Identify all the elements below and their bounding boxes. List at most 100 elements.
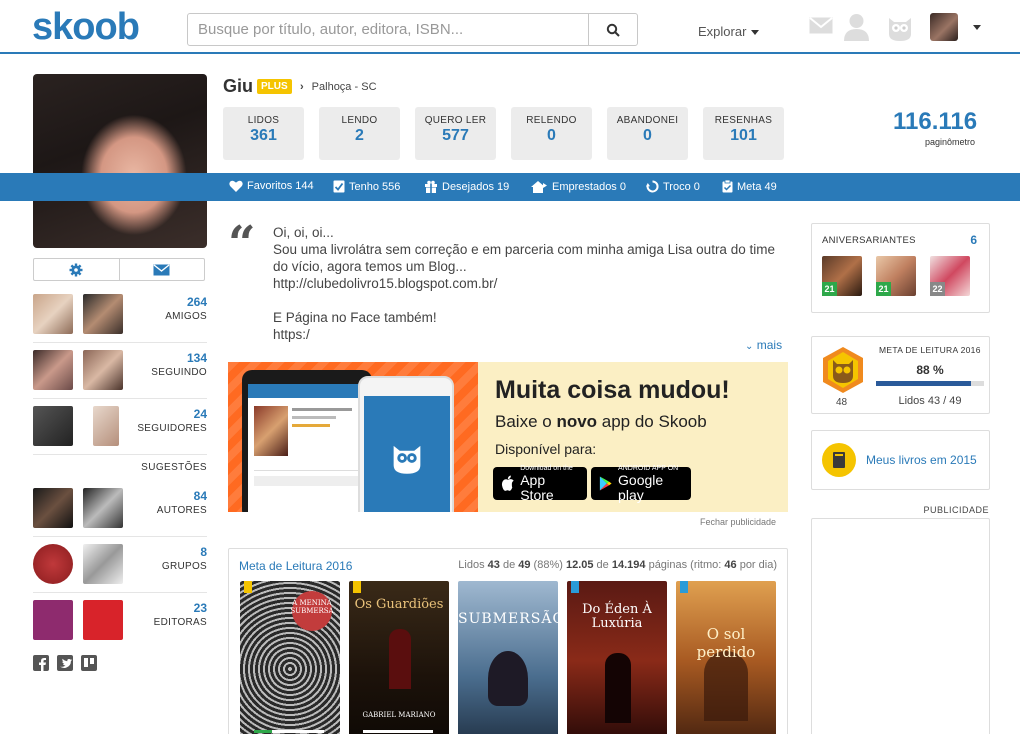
meus-livros-link[interactable]: Meus livros em 2015 [866, 453, 977, 467]
birthday-avatar[interactable]: 21 [876, 256, 916, 296]
aniversariantes-count[interactable]: 6 [970, 233, 977, 247]
explorar-menu[interactable]: Explorar [698, 24, 760, 39]
aniversariantes-label: ANIVERSARIANTES [822, 235, 916, 246]
stat-label: ABANDONEI [616, 115, 679, 126]
book-icon [822, 443, 856, 477]
facebook-icon[interactable] [33, 655, 49, 671]
following-thumb[interactable] [83, 350, 123, 390]
goal-widget-lidos: Lidos 43 / 49 [898, 395, 962, 407]
autores-label[interactable]: AUTORES [157, 505, 207, 516]
ad-title: Muita coisa mudou! [495, 376, 730, 404]
following-thumb[interactable] [33, 350, 73, 390]
shelf-favoritos[interactable]: Favoritos 144 [229, 180, 314, 192]
book-cover[interactable]: SUBMERSÃO [458, 581, 558, 734]
app-store-button[interactable]: Download on the App Store [493, 465, 587, 502]
settings-button[interactable] [34, 259, 120, 280]
bookmark-icon [244, 581, 252, 593]
stat-label: LENDO [341, 115, 378, 126]
stat-label: RESENHAS [714, 115, 773, 126]
shelf-troco[interactable]: Troco 0 [646, 180, 700, 193]
heart-icon [229, 180, 243, 192]
follower-thumb[interactable] [33, 406, 73, 446]
search-button[interactable] [588, 14, 637, 45]
shelf-emprestados[interactable]: Emprestados 0 [530, 180, 626, 193]
ad-subtitle-a: Baixe o [495, 412, 557, 431]
author-thumb[interactable] [33, 488, 73, 528]
friend-thumb[interactable] [33, 294, 73, 334]
stat-lidos[interactable]: LIDOS 361 [223, 107, 304, 160]
autores-count[interactable]: 84 [194, 489, 207, 503]
stat-relendo[interactable]: RELENDO 0 [511, 107, 592, 160]
app-ad-banner[interactable]: Muita coisa mudou! Baixe o novo app do S… [228, 362, 788, 512]
owl-icon[interactable] [886, 14, 914, 42]
ad-subtitle-b: novo [556, 412, 598, 431]
shelf-meta[interactable]: Meta 49 [722, 180, 777, 193]
bio-more-link[interactable]: ⌄ mais [745, 338, 782, 352]
grupos-count[interactable]: 8 [200, 545, 207, 559]
friend-thumb[interactable] [83, 294, 123, 334]
meus-livros-widget[interactable]: Meus livros em 2015 [811, 430, 990, 490]
shelf-label: Troco 0 [663, 180, 700, 193]
seguidores-label[interactable]: SEGUIDORES [137, 423, 207, 434]
birthday-avatar[interactable]: 21 [822, 256, 862, 296]
autores-section[interactable]: 84 AUTORES [33, 488, 207, 532]
amigos-label[interactable]: AMIGOS [165, 311, 207, 322]
publisher-thumb[interactable] [33, 600, 73, 640]
bio-link[interactable]: http://clubedolivro15.blogspot.com.br/ [273, 275, 783, 292]
group-thumb[interactable] [83, 544, 123, 584]
book-cover[interactable]: Os Guardiões GABRIEL MARIANO [349, 581, 449, 734]
stat-abandonei[interactable]: ABANDONEI 0 [607, 107, 688, 160]
bio-link[interactable]: https:/ [273, 326, 783, 343]
book-cover[interactable]: O sol perdido [676, 581, 776, 734]
profile-photo[interactable] [33, 74, 207, 248]
book-cover[interactable]: Do Éden À Luxúria [567, 581, 667, 734]
stat-resenhas[interactable]: RESENHAS 101 [703, 107, 784, 160]
seguindo-section[interactable]: 134 SEGUINDO [33, 350, 207, 394]
user-menu-chevron-icon[interactable] [973, 25, 981, 30]
birthday-day: 22 [930, 282, 945, 296]
grupos-section[interactable]: 8 GRUPOS [33, 544, 207, 588]
grupos-label[interactable]: GRUPOS [162, 561, 207, 572]
amigos-count[interactable]: 264 [187, 295, 207, 309]
twitter-icon[interactable] [57, 655, 73, 671]
editoras-count[interactable]: 23 [194, 601, 207, 615]
trello-icon[interactable] [81, 655, 97, 671]
publisher-thumb[interactable] [83, 600, 123, 640]
amigos-section[interactable]: 264 AMIGOS [33, 294, 207, 338]
group-thumb[interactable] [33, 544, 73, 584]
shelf-desejados[interactable]: Desejados 19 [424, 180, 509, 193]
user-avatar[interactable] [930, 13, 958, 41]
google-play-button[interactable]: ANDROID APP ON Google play [591, 465, 691, 502]
seguidores-section[interactable]: 24 SEGUIDORES [33, 406, 207, 450]
swap-icon [646, 180, 659, 193]
search-bar [187, 13, 638, 46]
seguindo-label[interactable]: SEGUINDO [151, 367, 207, 378]
user-icon[interactable] [843, 13, 870, 41]
stat-lendo[interactable]: LENDO 2 [319, 107, 400, 160]
reading-goal-title[interactable]: Meta de Leitura 2016 [239, 559, 352, 573]
shelf-tenho[interactable]: Tenho 556 [333, 180, 400, 193]
seguidores-count[interactable]: 24 [194, 407, 207, 421]
editoras-section[interactable]: 23 EDITORAS [33, 600, 207, 644]
goal-total: 49 [518, 559, 531, 571]
close-ad-link[interactable]: Fechar publicidade [700, 517, 776, 527]
stat-quero-ler[interactable]: QUERO LER 577 [415, 107, 496, 160]
goal-info-text: por dia) [736, 559, 777, 571]
publicidade-label: PUBLICIDADE [923, 505, 989, 515]
message-button[interactable] [120, 259, 205, 280]
skoob-logo[interactable]: skoob [32, 6, 140, 49]
paginometro-label: paginômetro [925, 137, 976, 147]
ad-slot [811, 518, 990, 734]
reading-goal-widget[interactable]: 48 META DE LEITURA 2016 88 % Lidos 43 / … [811, 336, 990, 414]
profile-name: Giu [223, 76, 253, 96]
follower-thumb[interactable] [93, 406, 119, 446]
shelf-bar: Favoritos 144 Tenho 556 Desejados 19 Emp… [0, 173, 1020, 201]
author-thumb[interactable] [83, 488, 123, 528]
search-input[interactable] [188, 14, 588, 45]
profile-location: › Palhoça - SC [300, 81, 377, 93]
mail-icon[interactable] [809, 17, 833, 34]
book-cover[interactable]: A MENINA SUBMERSA [240, 581, 340, 734]
birthday-avatar[interactable]: 22 [930, 256, 970, 296]
seguindo-count[interactable]: 134 [187, 351, 207, 365]
editoras-label[interactable]: EDITORAS [154, 617, 207, 628]
